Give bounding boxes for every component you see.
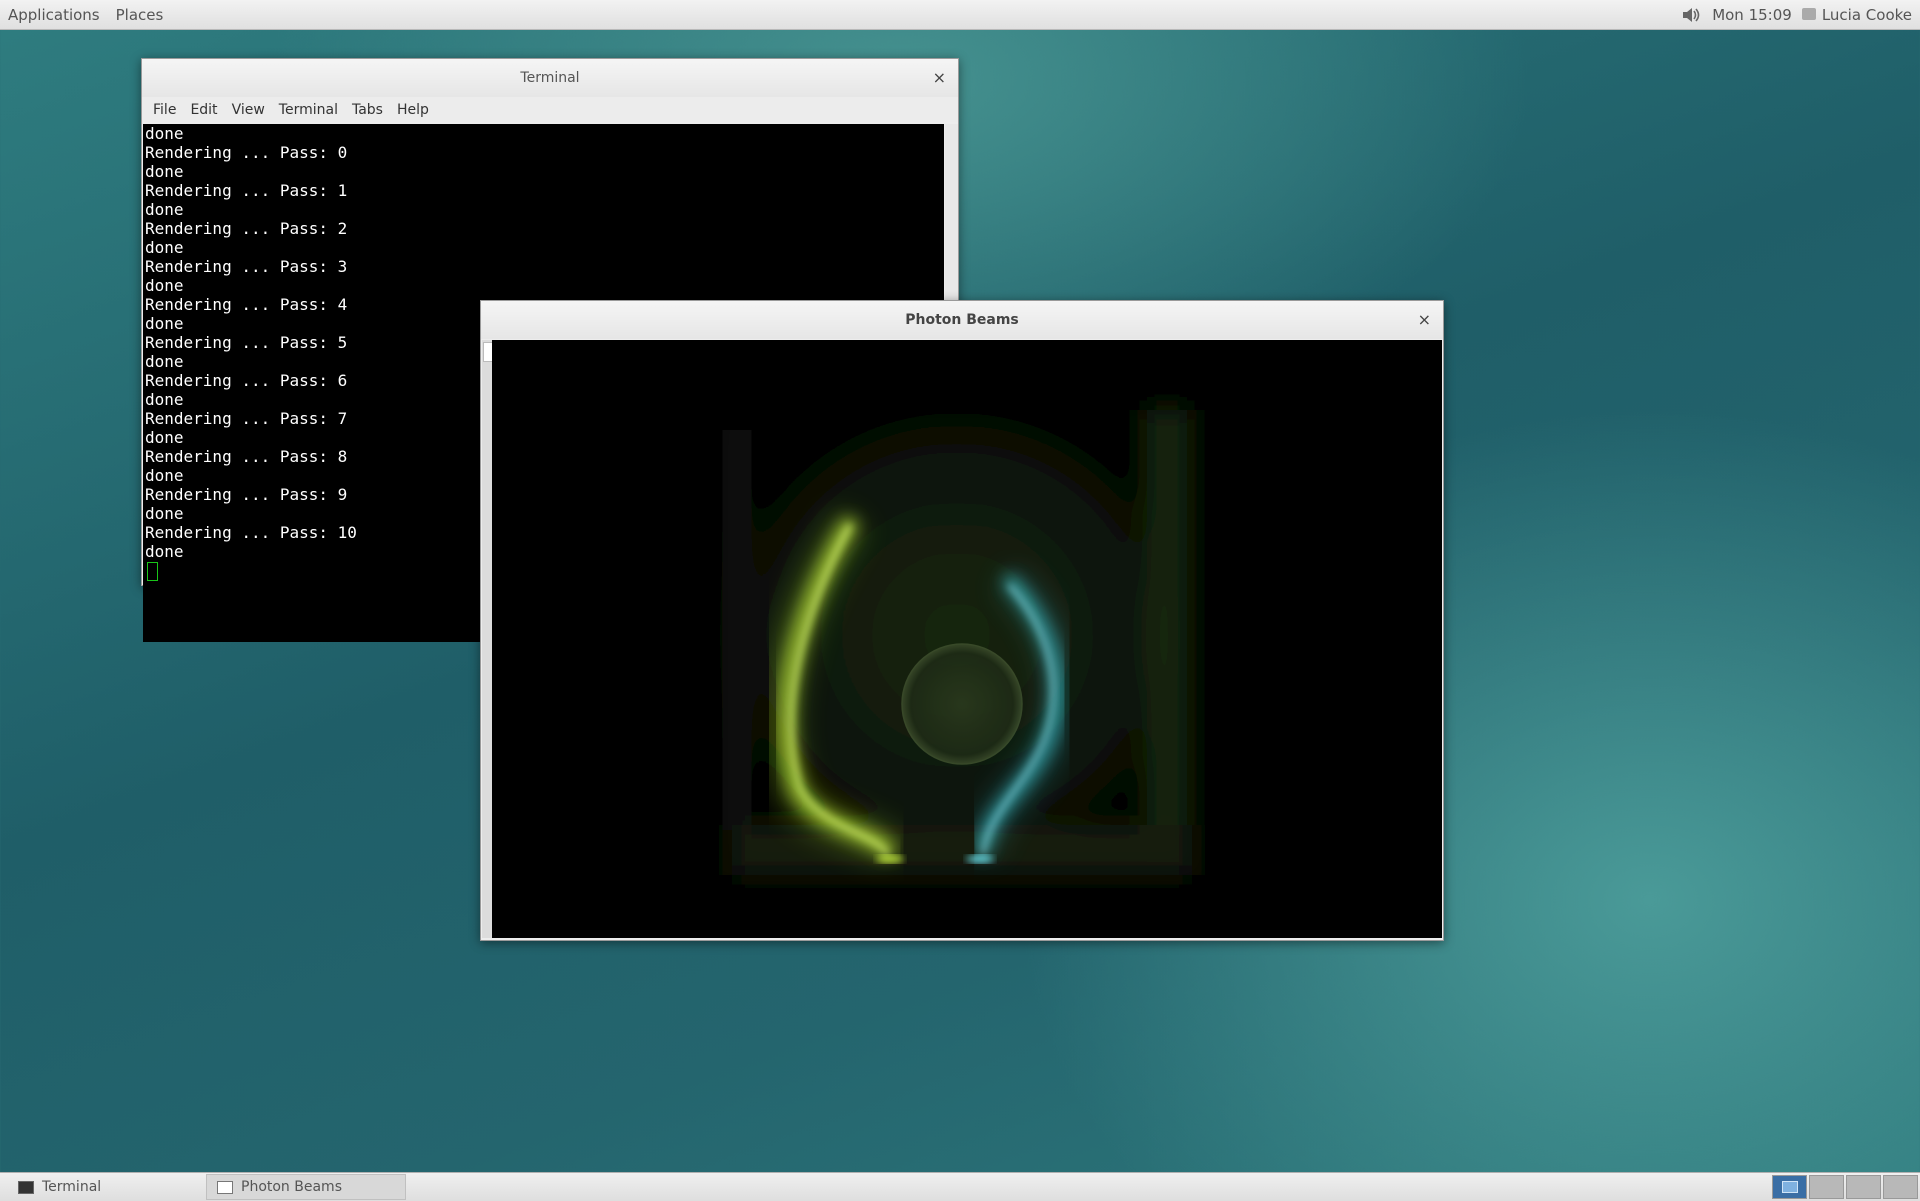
clock[interactable]: Mon 15:09: [1712, 6, 1792, 24]
photon-beams-window[interactable]: Photon Beams ×: [480, 300, 1444, 941]
workspace-2[interactable]: [1809, 1175, 1844, 1199]
close-icon[interactable]: ×: [933, 68, 946, 87]
volume-icon[interactable]: [1680, 5, 1702, 25]
top-panel: Applications Places Mon 15:09 Lucia Cook…: [0, 0, 1920, 30]
menu-view[interactable]: View: [225, 102, 272, 118]
render-scene: [492, 340, 1442, 938]
applications-menu[interactable]: Applications: [0, 6, 108, 24]
terminal-line: done: [145, 124, 184, 143]
status-area: Mon 15:09 Lucia Cooke: [1680, 5, 1920, 25]
taskbar-item-photon-beams[interactable]: Photon Beams: [206, 1174, 406, 1200]
terminal-line: done: [145, 200, 184, 219]
terminal-titlebar[interactable]: Terminal ×: [142, 59, 958, 97]
terminal-line: done: [145, 162, 184, 181]
menu-tabs[interactable]: Tabs: [345, 102, 390, 118]
chat-icon: [1801, 7, 1816, 20]
terminal-line: Rendering ... Pass: 0: [145, 143, 348, 162]
terminal-line: Rendering ... Pass: 3: [145, 257, 348, 276]
terminal-icon: [18, 1180, 34, 1194]
sphere: [901, 643, 1023, 765]
terminal-line: done: [145, 276, 184, 295]
workspace-4[interactable]: [1883, 1175, 1918, 1199]
menu-edit[interactable]: Edit: [183, 102, 224, 118]
user-menu[interactable]: Lucia Cooke: [1801, 5, 1912, 24]
window-title: Photon Beams: [905, 312, 1019, 328]
render-canvas[interactable]: [492, 340, 1442, 938]
close-icon[interactable]: ×: [1418, 310, 1431, 329]
taskbar-item-terminal[interactable]: Terminal: [8, 1175, 206, 1199]
terminal-menubar: File Edit View Terminal Tabs Help: [142, 97, 958, 122]
terminal-line: done: [145, 238, 184, 257]
user-name: Lucia Cooke: [1821, 5, 1912, 24]
menu-file[interactable]: File: [146, 102, 183, 118]
terminal-cursor: [147, 562, 158, 581]
window-title: Terminal: [520, 70, 580, 86]
taskbar-item-label: Terminal: [42, 1179, 102, 1195]
workspace-switcher: [1772, 1175, 1920, 1199]
workspace-1[interactable]: [1772, 1175, 1807, 1199]
taskbar-item-label: Photon Beams: [241, 1179, 342, 1195]
menu-help[interactable]: Help: [390, 102, 436, 118]
terminal-line: Rendering ... Pass: 2: [145, 219, 348, 238]
places-menu[interactable]: Places: [108, 6, 172, 24]
side-scrollbar[interactable]: [482, 340, 493, 938]
photon-beams-titlebar[interactable]: Photon Beams ×: [481, 301, 1443, 339]
window-icon: [217, 1180, 233, 1194]
terminal-line: Rendering ... Pass: 1: [145, 181, 348, 200]
workspace-3[interactable]: [1846, 1175, 1881, 1199]
taskbar: Terminal Photon Beams: [0, 1172, 1920, 1201]
menu-terminal[interactable]: Terminal: [272, 102, 345, 118]
